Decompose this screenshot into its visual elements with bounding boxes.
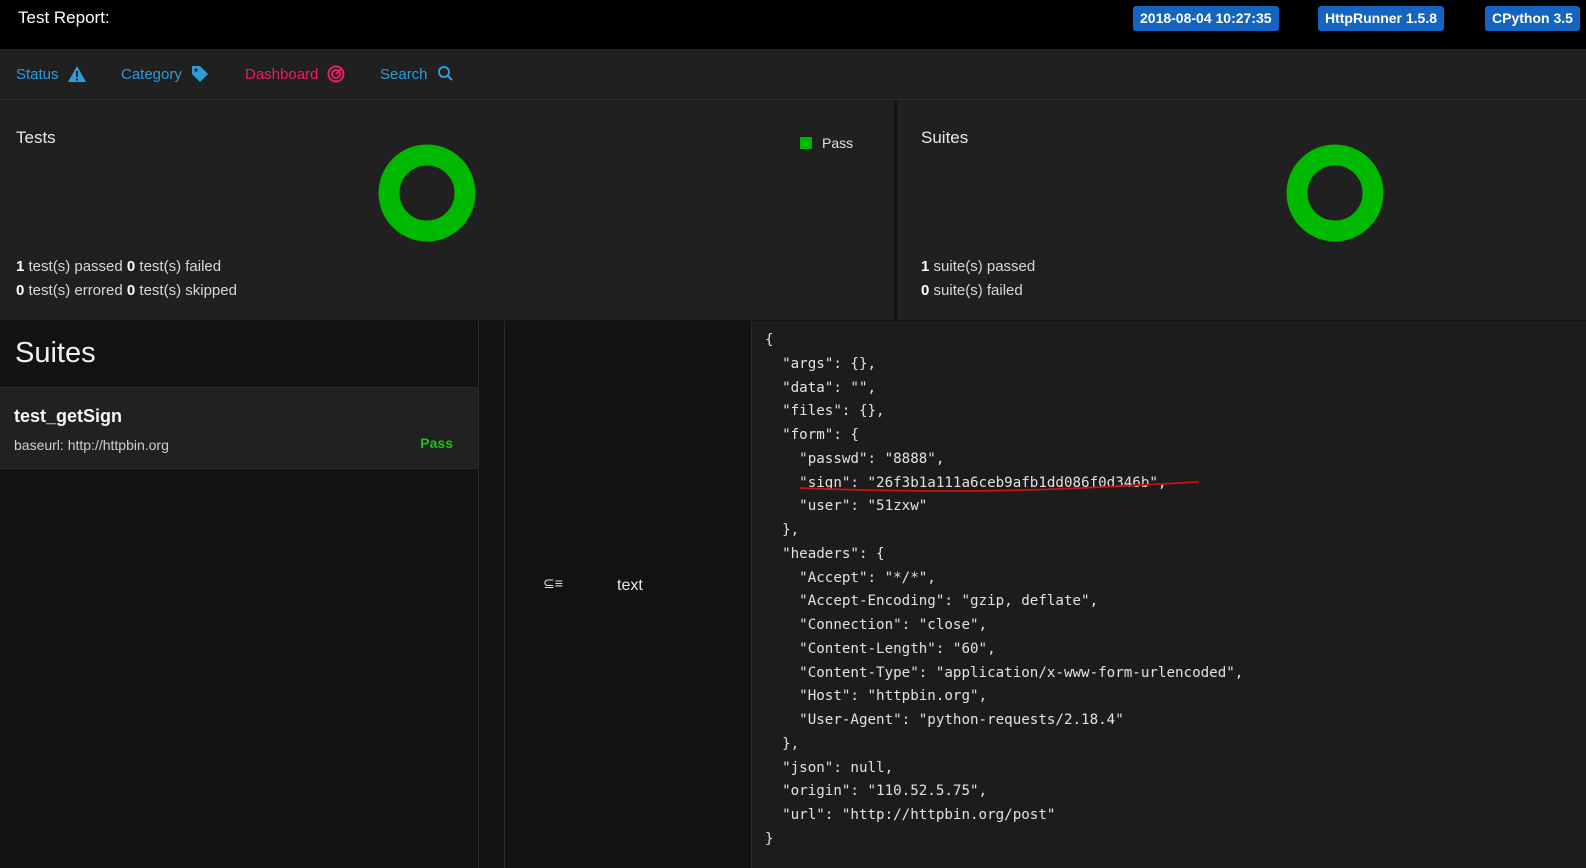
step-details-column: ⊆≡ text xyxy=(504,321,752,868)
suite-name: test_getSign xyxy=(14,406,123,426)
response-json: { "args": {}, "data": "", "files": {}, "… xyxy=(765,332,1244,847)
tests-passed-count: 1 xyxy=(16,258,25,275)
suites-panel: Suites test_getSign baseurl: http://http… xyxy=(0,321,479,868)
wrap-text-icon[interactable]: ⊆≡ xyxy=(543,575,563,592)
httprunner-version-badge: HttpRunner 1.5.8 xyxy=(1318,6,1445,31)
suites-summary-line2: 0 suite(s) failed xyxy=(921,282,1023,299)
content-type-label: text xyxy=(617,577,643,594)
suites-heading: Suites xyxy=(15,337,96,369)
timestamp-badge: 2018-08-04 10:27:35 xyxy=(1133,6,1279,31)
tests-card-title: Tests xyxy=(16,128,56,147)
suites-failed-count: 0 xyxy=(921,282,930,299)
suites-card: Suites 1 suite(s) passed 0 suite(s) fail… xyxy=(897,100,1586,320)
search-icon xyxy=(437,66,453,81)
nav-search-label: Search xyxy=(380,65,428,83)
tests-failed-count: 0 xyxy=(126,258,136,275)
nav-bar: Status Category Dashboard Search xyxy=(0,49,1586,100)
nav-category-label: Category xyxy=(121,65,182,83)
nav-search[interactable]: Search xyxy=(380,65,456,83)
top-bar: Test Report: 2018-08-04 10:27:35 HttpRun… xyxy=(0,0,1586,49)
nav-dashboard[interactable]: Dashboard xyxy=(245,65,346,83)
tests-skipped-count: 0 xyxy=(126,282,136,299)
tests-summary-line1: 1 test(s) passed 0 test(s) failed xyxy=(16,258,221,275)
suites-card-title: Suites xyxy=(921,128,969,147)
tag-icon xyxy=(191,66,208,82)
python-version-badge: CPython 3.5 xyxy=(1485,6,1580,31)
tests-failed-label: test(s) failed xyxy=(139,258,222,275)
tests-errored-count: 0 xyxy=(16,282,25,299)
suites-passed-label: suite(s) passed xyxy=(933,258,1036,275)
tests-passed-label: test(s) passed xyxy=(28,258,123,275)
legend-label: Pass xyxy=(822,135,854,151)
tests-skipped-label: test(s) skipped xyxy=(139,282,237,299)
response-body-panel: { "args": {}, "data": "", "files": {}, "… xyxy=(752,321,1586,868)
suites-failed-label: suite(s) failed xyxy=(933,282,1023,299)
nav-category[interactable]: Category xyxy=(121,65,210,83)
tests-donut-chart xyxy=(378,144,476,242)
nav-status[interactable]: Status xyxy=(16,65,87,83)
warning-icon xyxy=(67,66,86,82)
nav-status-label: Status xyxy=(16,65,59,83)
suites-passed-count: 1 xyxy=(921,258,930,275)
tests-summary-line2: 0 test(s) errored 0 test(s) skipped xyxy=(16,282,237,299)
tests-legend[interactable]: Pass xyxy=(800,135,853,151)
tests-errored-label: test(s) errored xyxy=(28,282,123,299)
suites-donut-chart xyxy=(1286,144,1384,242)
suites-summary-line1: 1 suite(s) passed xyxy=(921,258,1035,275)
suite-list-item[interactable]: test_getSign baseurl: http://httpbin.org… xyxy=(0,387,478,469)
pass-legend-swatch xyxy=(800,137,812,149)
suite-baseurl: baseurl: http://httpbin.org xyxy=(14,437,169,453)
report-title: Test Report: xyxy=(18,8,110,27)
suite-status-badge: Pass xyxy=(420,435,453,451)
nav-dashboard-label: Dashboard xyxy=(245,65,319,83)
gauge-icon xyxy=(327,65,345,83)
tests-card: Tests Pass 1 test(s) passed 0 test(s) fa… xyxy=(0,100,894,320)
